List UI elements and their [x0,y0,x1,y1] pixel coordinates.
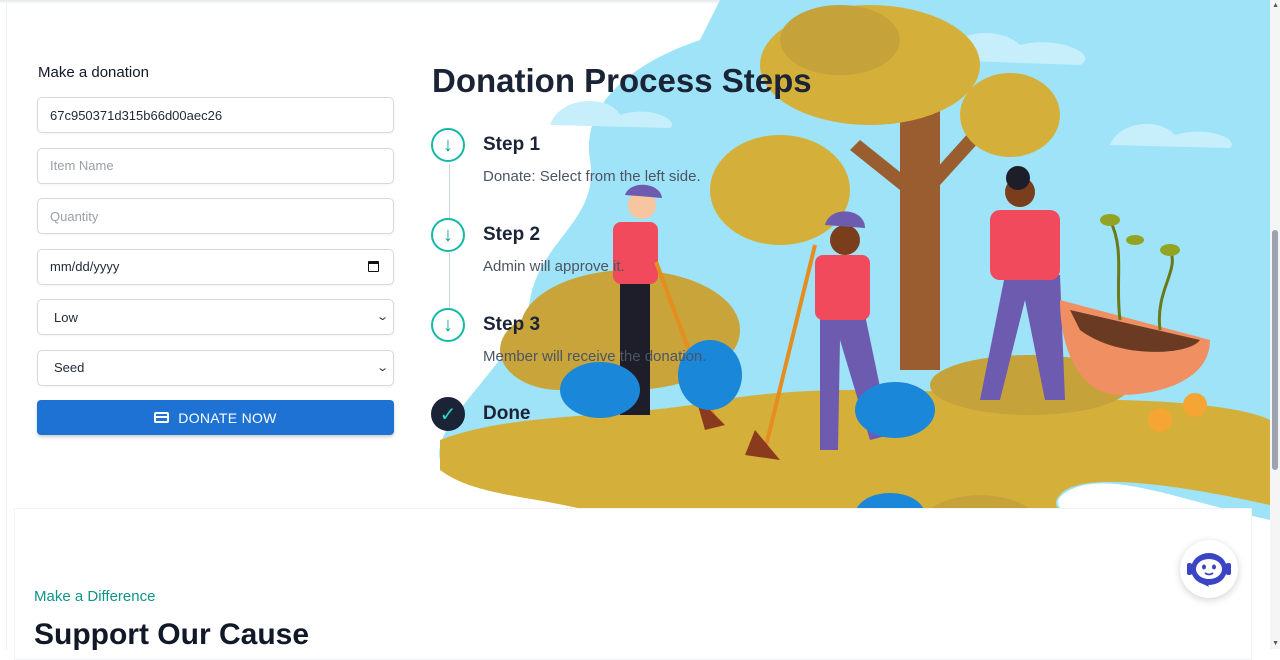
steps-title: Donation Process Steps [432,62,812,99]
date-input[interactable]: mm/dd/yyyy [50,259,119,274]
chatbot-button[interactable] [1180,540,1238,598]
section-eyebrow: Make a Difference [34,588,156,605]
step-label: Step 2 [483,224,541,245]
date-field[interactable]: mm/dd/yyyy [37,248,394,285]
category-select[interactable]: Seed ⌄ [37,349,394,386]
step-label: Step 3 [483,314,541,335]
chevron-down-icon: ⌄ [375,361,389,374]
step-label: Done [483,403,531,424]
donation-id-input[interactable] [50,107,381,123]
step-connector [449,164,450,218]
page-scrollbar[interactable]: ▲ ▼ [1270,0,1280,649]
chevron-down-icon: ⌄ [375,311,389,323]
scroll-up-arrow[interactable]: ▲ [1272,2,1279,9]
priority-value: Low [54,309,78,325]
calendar-icon[interactable] [368,260,379,272]
quantity-field[interactable] [37,198,394,234]
check-icon: ✓ [431,397,465,431]
step-description: Donate: Select from the left side. [483,168,701,185]
donation-form: Make a donation mm/dd/yyyy Low ⌄ Seed ⌄ … [37,60,394,435]
section-title: Support Our Cause [34,618,310,651]
step-connector [449,253,450,308]
credit-card-icon [154,412,170,423]
step-description: Member will receive the donation. [483,348,707,365]
donate-now-label: DONATE NOW [178,409,277,426]
page-left-border [6,0,7,649]
priority-select[interactable]: Low ⌄ [37,299,394,335]
arrow-down-icon: ↓ [431,308,465,342]
item-name-input[interactable] [50,158,381,173]
step-description: Admin will approve it. [483,258,625,275]
scroll-thumb[interactable] [1272,230,1278,470]
item-name-field[interactable] [37,147,394,184]
category-value: Seed [54,360,85,375]
donation-id-field[interactable] [37,97,394,133]
arrow-down-icon: ↓ [431,218,465,252]
arrow-down-icon: ↓ [431,128,465,162]
scroll-down-arrow[interactable]: ▼ [1272,640,1279,647]
step-label: Step 1 [483,134,541,155]
form-title: Make a donation [38,64,149,81]
chatbot-icon [1187,553,1231,587]
donate-now-button[interactable]: DONATE NOW [37,400,394,435]
quantity-input[interactable] [50,208,381,224]
